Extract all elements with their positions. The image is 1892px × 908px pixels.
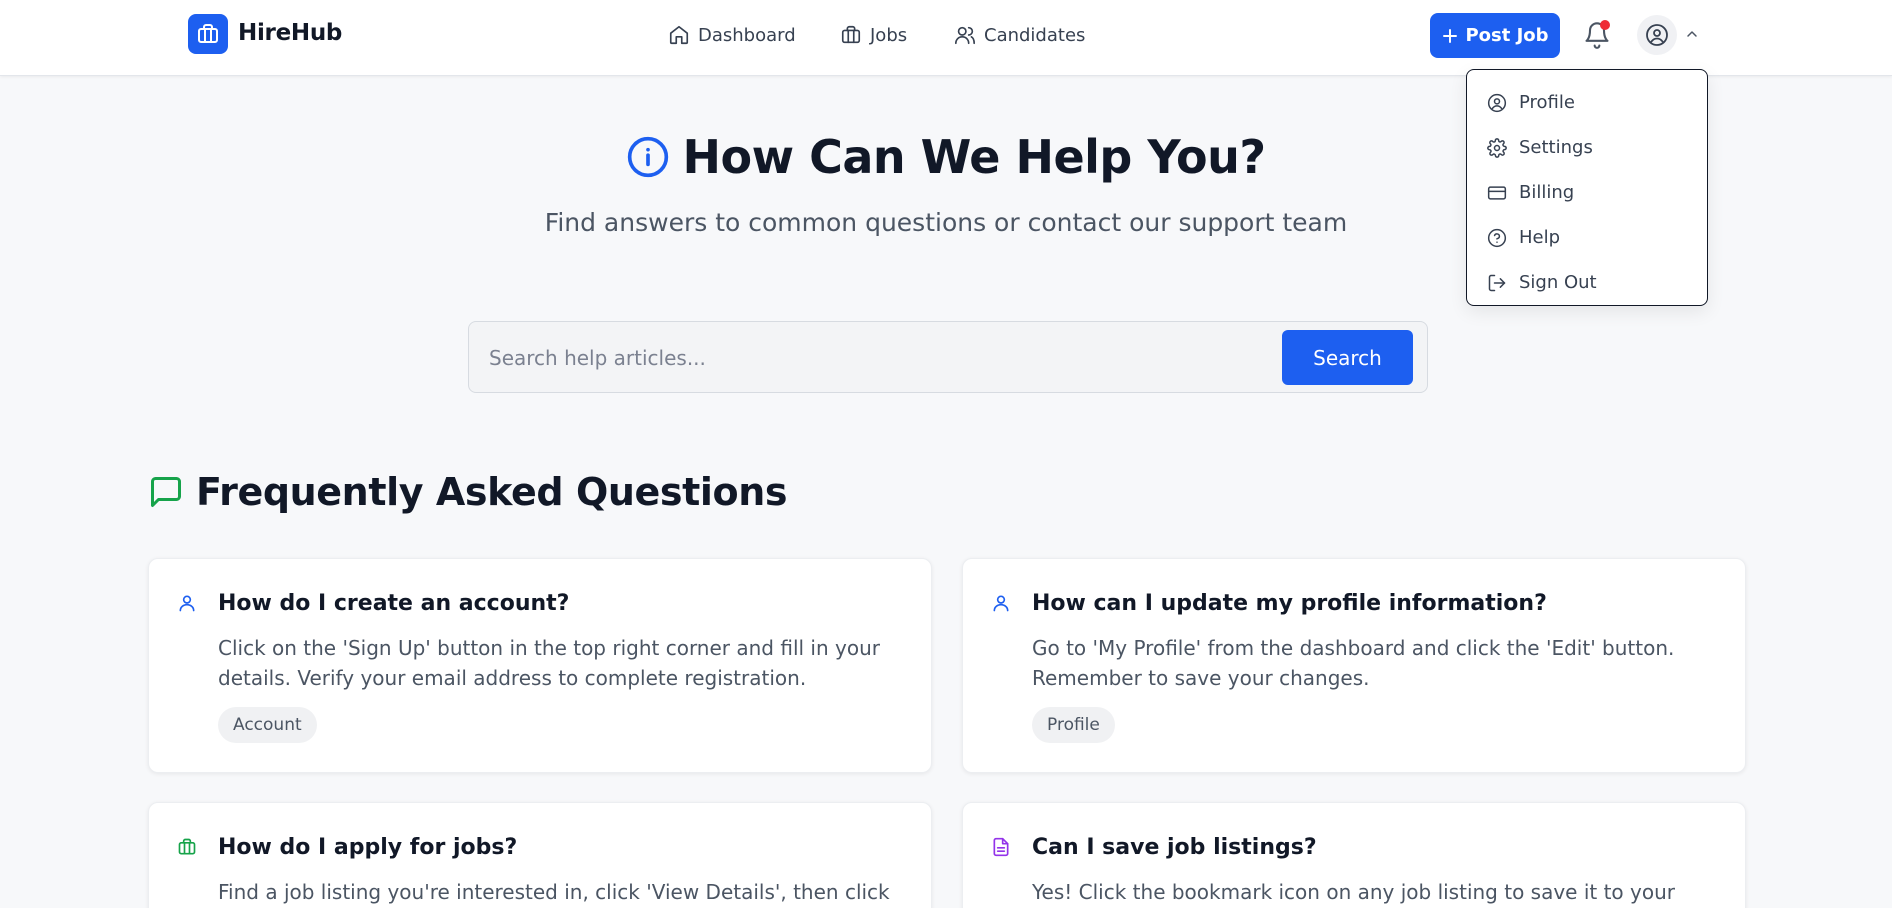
credit-card-icon <box>1487 185 1507 200</box>
home-icon <box>669 25 689 45</box>
help-search-bar: Search <box>468 321 1428 393</box>
faq-card[interactable]: Can I save job listings? Yes! Click the … <box>962 802 1746 908</box>
user-circle-icon <box>1487 93 1507 112</box>
user-icon <box>179 595 195 612</box>
faq-card[interactable]: How can I update my profile information?… <box>962 558 1746 773</box>
log-out-icon <box>1488 274 1506 291</box>
post-job-button[interactable]: Post Job <box>1430 13 1560 58</box>
briefcase-icon <box>178 838 196 855</box>
menu-item-label: Billing <box>1519 182 1575 203</box>
faq-card[interactable]: How do I apply for jobs? Find a job list… <box>148 802 932 908</box>
user-icon <box>993 595 1009 612</box>
faq-answer: Yes! Click the bookmark icon on any job … <box>1032 880 1675 904</box>
chat-bubble-icon <box>151 477 181 507</box>
nav-label: Candidates <box>984 24 1086 46</box>
page-title: How Can We Help You? <box>682 130 1266 184</box>
post-job-label: Post Job <box>1465 25 1549 46</box>
user-circle-icon <box>1646 24 1668 46</box>
menu-item-label: Profile <box>1519 92 1575 113</box>
nav-label: Jobs <box>870 24 908 46</box>
info-circle-icon <box>628 136 669 178</box>
app-name[interactable]: HireHub <box>238 20 342 46</box>
faq-answer: Go to 'My Profile' from the dashboard an… <box>1032 636 1675 690</box>
document-icon <box>993 837 1009 857</box>
faq-card[interactable]: How do I create an account? Click on the… <box>148 558 932 773</box>
nav-item-dashboard[interactable]: Dashboard <box>668 22 796 48</box>
logo-briefcase-icon[interactable] <box>188 14 228 54</box>
search-input[interactable] <box>489 336 1269 380</box>
user-avatar-button[interactable] <box>1637 15 1677 55</box>
users-icon <box>955 26 975 45</box>
top-navbar: HireHub Dashboard Jobs Candidates Post J… <box>0 0 1892 76</box>
faq-question: Can I save job listings? <box>1032 835 1317 860</box>
faq-answer: Click on the 'Sign Up' button in the top… <box>218 636 880 690</box>
menu-item-sign-out[interactable]: Sign Out <box>1467 260 1707 305</box>
plus-icon <box>1443 28 1458 43</box>
notification-badge <box>1600 20 1610 30</box>
search-button[interactable]: Search <box>1282 330 1413 385</box>
nav-item-jobs[interactable]: Jobs <box>840 22 907 48</box>
faq-question: How do I apply for jobs? <box>218 835 518 860</box>
nav-label: Dashboard <box>698 24 796 46</box>
faq-question: How can I update my profile information? <box>1032 591 1547 616</box>
faq-question: How do I create an account? <box>218 591 570 616</box>
chevron-up-icon[interactable] <box>1684 26 1700 42</box>
faq-tag[interactable]: Account <box>218 707 317 743</box>
nav-item-candidates[interactable]: Candidates <box>954 22 1085 48</box>
menu-item-label: Sign Out <box>1519 272 1597 293</box>
faq-tag[interactable]: Profile <box>1032 707 1115 743</box>
faq-section-heading: Frequently Asked Questions <box>148 470 788 514</box>
briefcase-icon <box>841 25 861 44</box>
faq-answer: Find a job listing you're interested in,… <box>218 880 890 904</box>
page-subtitle: Find answers to common questions or cont… <box>544 208 1348 237</box>
hero-title-row: How Can We Help You? <box>0 130 1892 184</box>
faq-heading-text: Frequently Asked Questions <box>196 470 788 514</box>
menu-item-profile[interactable]: Profile <box>1467 80 1707 125</box>
user-dropdown-menu: Profile Settings Billing Help Sign Out <box>1466 69 1708 306</box>
